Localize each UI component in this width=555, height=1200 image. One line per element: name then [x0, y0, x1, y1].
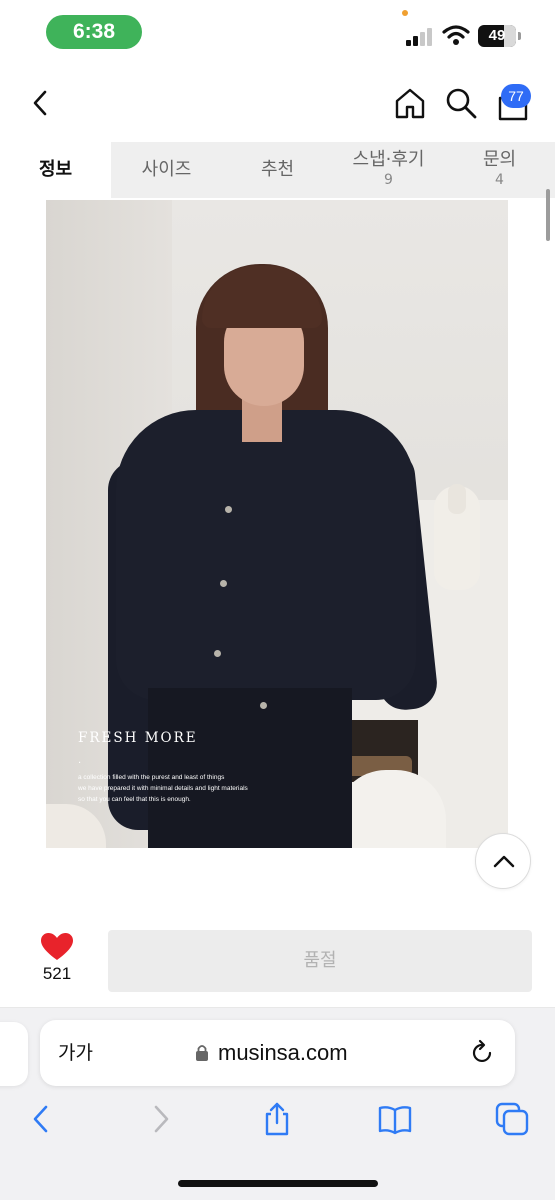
- image-cardigan-button: [260, 702, 267, 709]
- home-icon[interactable]: [393, 86, 427, 120]
- status-bar: 6:38 49: [0, 0, 555, 64]
- product-detail-content[interactable]: FRESH MORE · a collection filled with th…: [0, 198, 555, 1008]
- tab-snap-review[interactable]: 스냅·후기 9: [333, 142, 444, 198]
- tab-size-label: 사이즈: [141, 159, 192, 180]
- tab-info[interactable]: 정보: [0, 142, 111, 198]
- search-icon[interactable]: [444, 86, 478, 120]
- chevron-up-icon: [493, 855, 515, 868]
- tab-recommend-label: 추천: [260, 159, 295, 180]
- status-time: 6:38: [46, 15, 142, 49]
- url-text[interactable]: musinsa.com: [218, 1020, 348, 1086]
- home-indicator: [178, 1180, 378, 1187]
- image-cardigan-button: [214, 650, 221, 657]
- purchase-bar: 521 품절: [0, 916, 555, 1008]
- privacy-indicator-dot: [402, 10, 408, 16]
- app-header: [0, 64, 555, 142]
- back-icon[interactable]: [26, 88, 56, 118]
- share-icon[interactable]: [260, 1102, 294, 1136]
- battery-icon: 49: [478, 25, 516, 47]
- tab-snap-review-label: 스냅·후기: [352, 149, 425, 170]
- tab-size[interactable]: 사이즈: [111, 142, 222, 198]
- battery-level: 49: [488, 27, 506, 44]
- heart-icon[interactable]: [40, 932, 74, 962]
- like-count: 521: [42, 964, 72, 983]
- image-overlay-line: we have prepared it with minimal details…: [78, 785, 248, 792]
- product-image: FRESH MORE · a collection filled with th…: [46, 200, 508, 848]
- tab-recommend[interactable]: 추천: [222, 142, 333, 198]
- image-skirt: [148, 688, 352, 848]
- image-vase-neck: [448, 484, 466, 514]
- tab-inquiry[interactable]: 문의 4: [444, 142, 555, 198]
- previous-tab-preview[interactable]: [0, 1022, 28, 1086]
- cart-count-badge: 77: [501, 84, 531, 108]
- signal-icon: [406, 26, 434, 46]
- browser-forward-icon[interactable]: [144, 1102, 178, 1136]
- browser-toolbar: 가가 musinsa.com: [0, 1008, 555, 1200]
- tabs-icon[interactable]: [495, 1102, 529, 1136]
- tab-info-label: 정보: [38, 159, 73, 180]
- image-overlay-description: a collection filled with the purest and …: [78, 772, 278, 805]
- image-cardigan-button: [220, 580, 227, 587]
- battery-tip: [518, 32, 521, 40]
- lock-icon: [196, 1045, 208, 1061]
- image-overlay-title: FRESH MORE: [78, 730, 198, 746]
- image-cardigan: [116, 410, 416, 700]
- image-overlay-line: a collection filled with the purest and …: [78, 774, 225, 781]
- reload-icon[interactable]: [468, 1039, 496, 1067]
- text-size-button[interactable]: 가가: [58, 1020, 93, 1086]
- image-model-hair-front: [202, 266, 322, 328]
- tab-inquiry-label: 문의: [482, 149, 517, 170]
- address-bar[interactable]: 가가 musinsa.com: [40, 1020, 515, 1086]
- scrollbar[interactable]: [546, 189, 550, 241]
- wifi-icon: [442, 25, 470, 45]
- soldout-button[interactable]: 품절: [108, 930, 532, 992]
- browser-back-icon[interactable]: [24, 1102, 58, 1136]
- image-overlay-line: so that you can feel that this is enough…: [78, 796, 191, 803]
- product-tabs: 정보 사이즈 추천 스냅·후기 9 문의 4: [0, 142, 555, 198]
- bookmarks-icon[interactable]: [378, 1102, 412, 1136]
- image-overlay-dot: ·: [78, 758, 82, 769]
- tab-inquiry-count: 4: [495, 172, 504, 188]
- scroll-to-top-button[interactable]: [475, 833, 531, 889]
- tab-snap-review-count: 9: [384, 172, 393, 188]
- image-cardigan-button: [225, 506, 232, 513]
